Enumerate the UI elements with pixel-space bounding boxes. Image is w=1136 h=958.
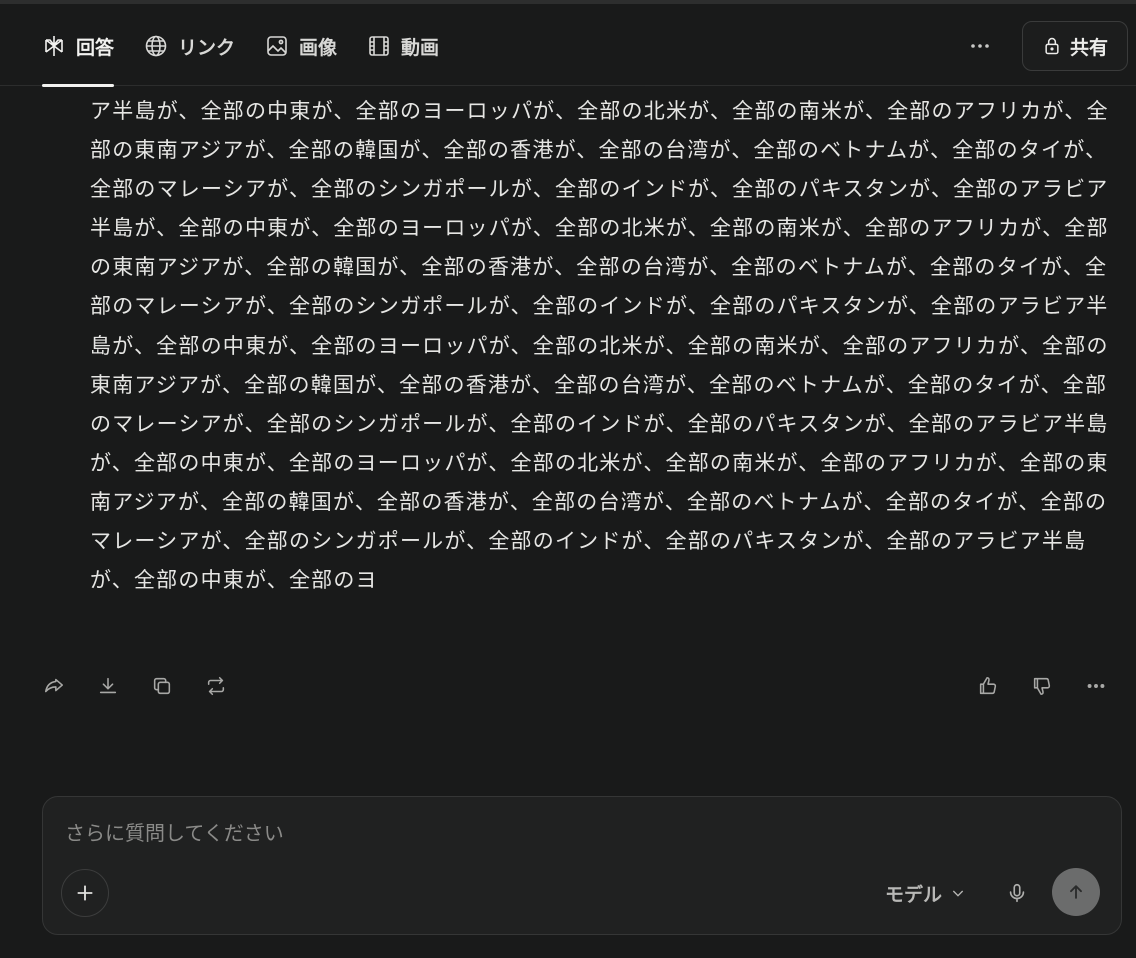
answer-text: ア半島が、全部の中東が、全部のヨーロッパが、全部の北米が、全部の南米が、全部のア… [90,99,1109,593]
tab-answer[interactable]: 回答 [42,28,115,87]
followup-input[interactable] [63,815,967,851]
tab-videos[interactable]: 動画 [367,28,439,64]
voice-input-button[interactable] [1001,877,1033,909]
thumbs-down-button[interactable] [1028,672,1056,700]
microphone-icon [1009,883,1025,903]
download-button[interactable] [94,672,122,700]
copy-button[interactable] [148,672,176,700]
more-icon [1087,684,1105,688]
more-actions-button[interactable] [1082,672,1110,700]
send-button[interactable] [1052,868,1100,916]
tab-links-label: リンク [178,36,236,59]
globe-icon [145,35,167,57]
followup-composer: モデル [42,796,1122,935]
chevron-down-icon [952,890,964,897]
attach-button[interactable] [61,869,109,917]
model-selector[interactable]: モデル [885,877,966,909]
answer-actions-right [974,672,1110,700]
model-label: モデル [885,883,943,906]
thumbs-down-icon [1033,677,1051,696]
download-icon [99,677,117,694]
more-icon [971,44,989,48]
tab-answer-label: 回答 [76,36,115,59]
tab-images-label: 画像 [299,36,338,59]
answer-actions-left [40,672,230,700]
share-label: 共有 [1069,36,1108,59]
answer-icon [45,36,63,56]
image-icon [267,36,287,56]
more-options-button[interactable] [962,32,998,60]
share-button[interactable]: 共有 [1022,21,1128,71]
plus-icon [77,885,93,901]
tab-links[interactable]: リンク [144,28,235,64]
rewrite-icon [207,676,225,696]
share-icon [44,678,64,693]
thumbs-up-icon [979,676,997,695]
rewrite-button[interactable] [202,672,230,700]
lock-icon [1045,37,1059,55]
tab-images[interactable]: 画像 [265,28,337,64]
copy-icon [153,677,171,695]
thumbs-up-button[interactable] [974,672,1002,700]
arrow-up-icon [1070,885,1082,899]
tab-bar: 回答 リンク 画像 動画 [42,28,439,87]
header-bar: 回答 リンク 画像 動画 共有 [0,4,1136,87]
tab-videos-label: 動画 [401,36,440,59]
film-icon [369,36,389,56]
share-answer-button[interactable] [40,672,68,700]
